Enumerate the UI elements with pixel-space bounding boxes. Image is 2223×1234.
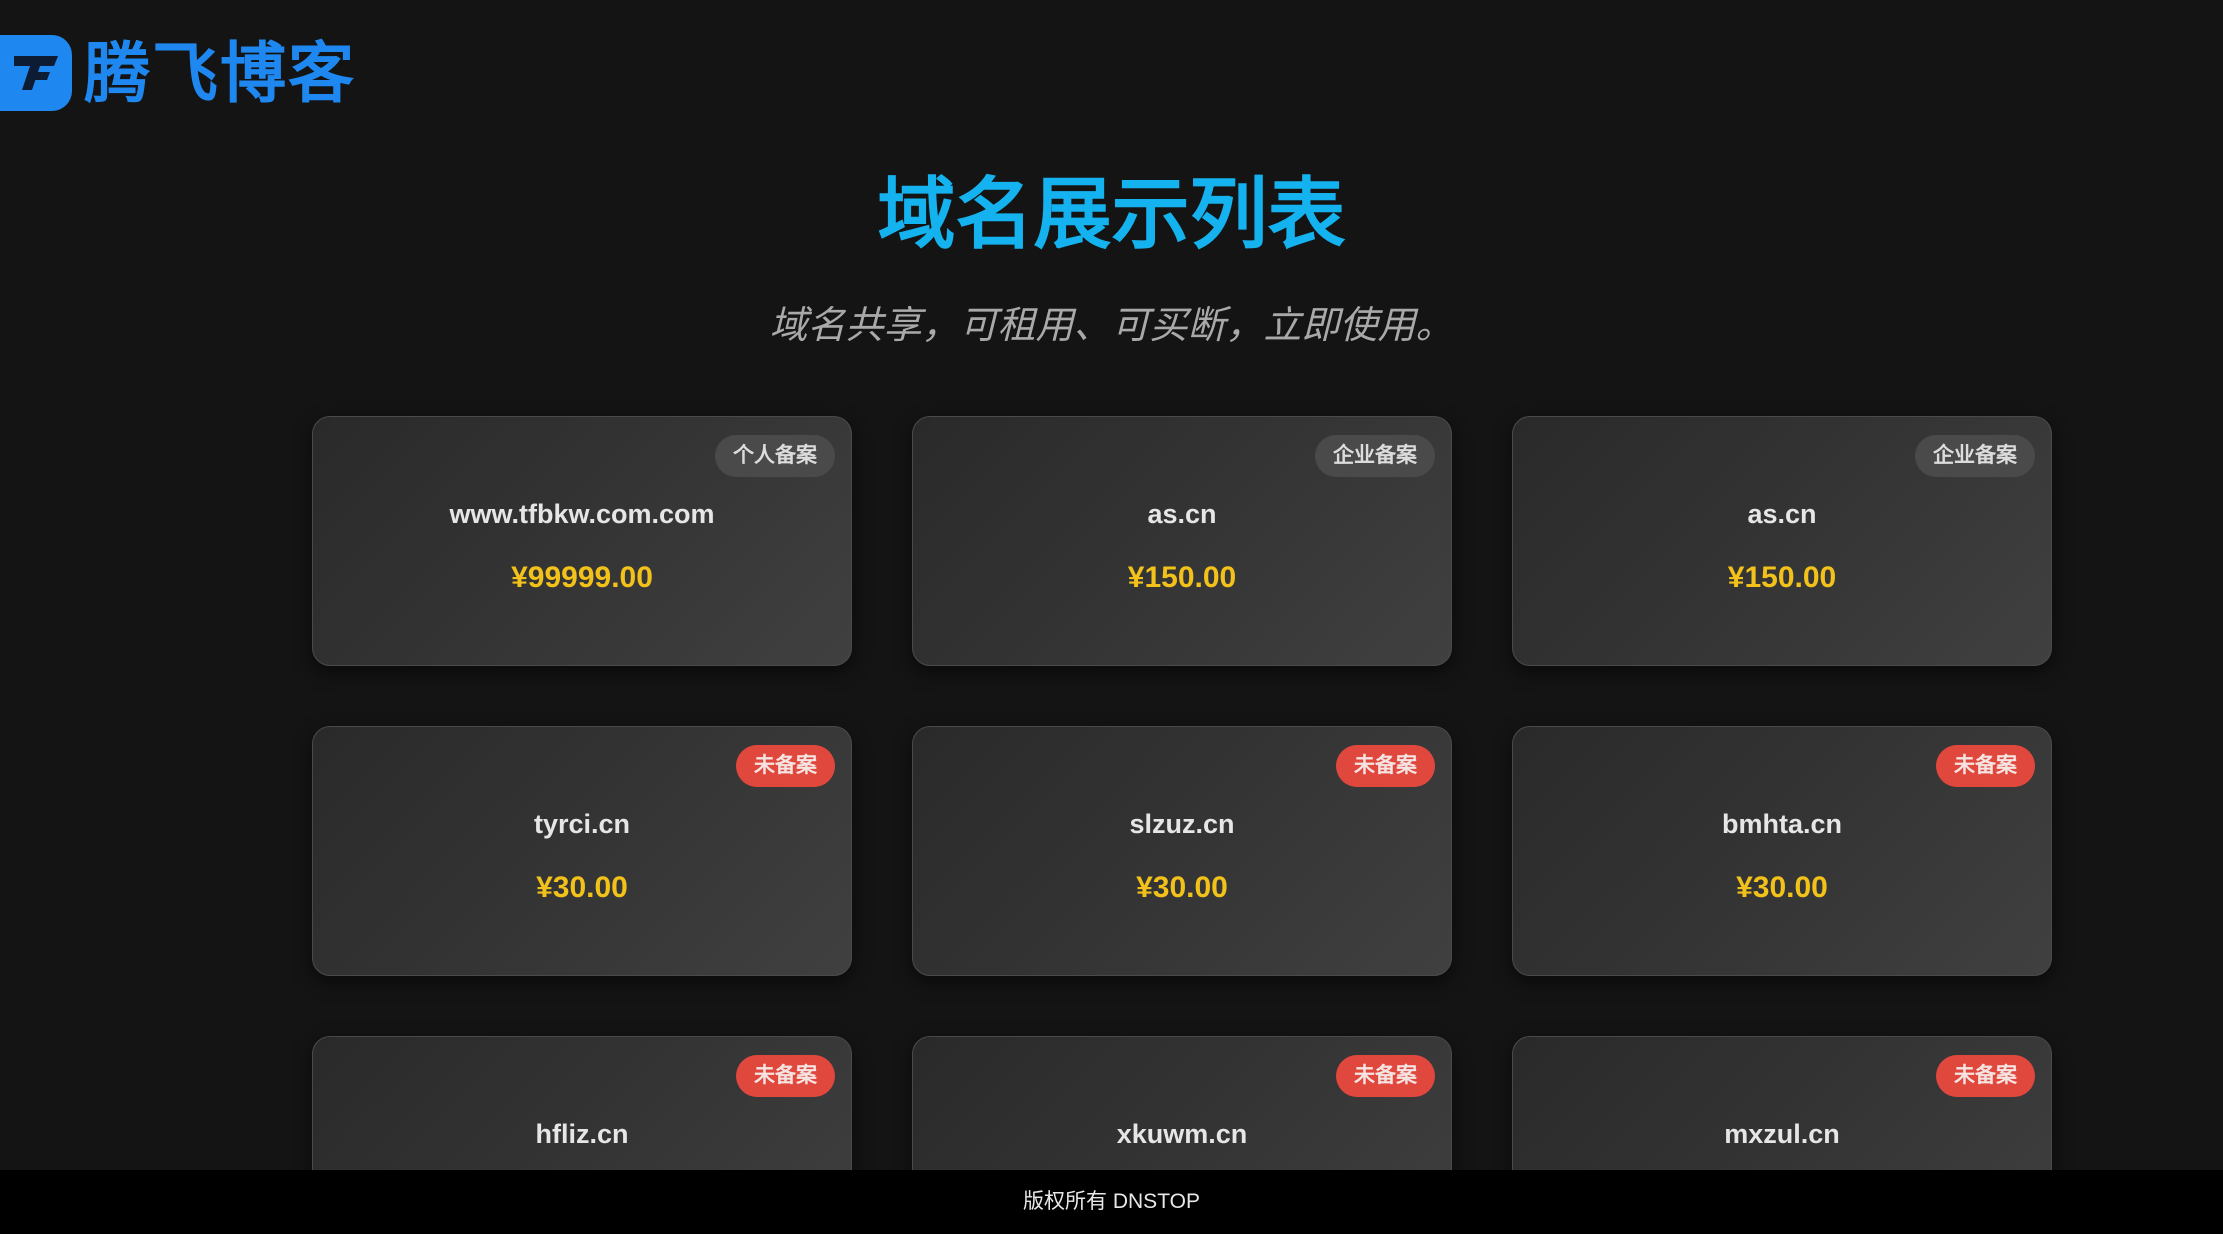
domain-name: tyrci.cn [533, 809, 631, 839]
domain-price: ¥30.00 [1736, 871, 1828, 904]
page-title: 域名展示列表 [877, 170, 1346, 258]
domain-card[interactable]: 未备案 slzuz.cn ¥30.00 [912, 726, 1452, 976]
filing-status-badge: 企业备案 [1315, 435, 1435, 477]
domain-card[interactable]: 企业备案 as.cn ¥150.00 [1512, 416, 2052, 666]
domain-grid: 个人备案 www.tfbkw.com.com ¥99999.00 企业备案 as… [312, 416, 2052, 1234]
domain-card[interactable]: 个人备案 www.tfbkw.com.com ¥99999.00 [312, 416, 852, 666]
filing-status-badge: 未备案 [736, 745, 835, 787]
filing-status-badge: 未备案 [1336, 745, 1435, 787]
domain-price: ¥30.00 [1136, 871, 1228, 904]
domain-price: ¥30.00 [536, 871, 628, 904]
domain-price: ¥150.00 [1727, 561, 1837, 594]
logo-text: 腾飞博客 [84, 36, 356, 110]
domain-name: slzuz.cn [1129, 809, 1235, 839]
domain-card[interactable]: 未备案 tyrci.cn ¥30.00 [312, 726, 852, 976]
domain-price: ¥99999.00 [511, 561, 653, 594]
domain-name: bmhta.cn [1721, 809, 1842, 839]
domain-card[interactable]: 企业备案 as.cn ¥150.00 [912, 416, 1452, 666]
domain-name: as.cn [1147, 499, 1217, 529]
page-subtitle: 域名共享，可租用、可买断，立即使用。 [769, 305, 1454, 347]
filing-status-badge: 未备案 [1936, 745, 2035, 787]
filing-status-badge: 个人备案 [715, 435, 835, 477]
footer-copyright: 版权所有 DNSTOP [0, 1170, 2223, 1234]
domain-name: xkuwm.cn [1116, 1119, 1248, 1149]
domain-name: as.cn [1747, 499, 1817, 529]
domain-price: ¥150.00 [1127, 561, 1237, 594]
domain-name: mxzul.cn [1724, 1119, 1840, 1149]
domain-card[interactable]: 未备案 bmhta.cn ¥30.00 [1512, 726, 2052, 976]
logo-icon [0, 35, 72, 111]
site-logo[interactable]: 腾飞博客 [0, 31, 356, 115]
page: 腾飞博客 域名展示列表 域名共享，可租用、可买断，立即使用。 个人备案 www.… [0, 0, 2223, 1234]
domain-name: hfliz.cn [535, 1119, 629, 1149]
filing-status-badge: 未备案 [1936, 1055, 2035, 1097]
domain-name: www.tfbkw.com.com [449, 499, 715, 529]
filing-status-badge: 未备案 [1336, 1055, 1435, 1097]
filing-status-badge: 未备案 [736, 1055, 835, 1097]
filing-status-badge: 企业备案 [1915, 435, 2035, 477]
